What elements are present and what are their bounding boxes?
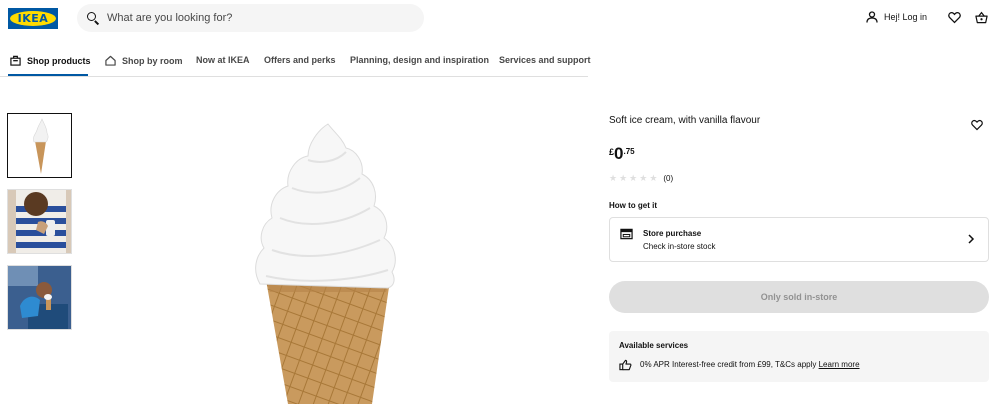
nav-services-support[interactable]: Services and support	[499, 55, 591, 65]
nav-shop-by-room[interactable]: Shop by room	[105, 55, 183, 66]
thumbnail-person-image	[8, 190, 71, 253]
nav-shop-products[interactable]: Shop products	[10, 55, 91, 66]
store-icon	[620, 228, 633, 240]
star-icon: ★	[609, 173, 618, 183]
rating-count: (0)	[663, 174, 674, 183]
star-icon: ★	[619, 173, 628, 183]
bag-icon	[10, 55, 21, 66]
favourite-heart-icon[interactable]	[971, 119, 983, 131]
login-link[interactable]: Hej! Log in	[866, 11, 927, 23]
nav-active-indicator	[8, 74, 88, 76]
thumbnail-3[interactable]	[7, 265, 72, 330]
login-label: Hej! Log in	[884, 12, 928, 22]
star-icon: ★	[639, 173, 648, 183]
product-price: £ 0 .75	[609, 145, 635, 162]
chevron-right-icon	[968, 234, 975, 244]
price-decimal: .75	[623, 147, 635, 156]
rating[interactable]: ★ ★ ★ ★ ★ (0)	[609, 173, 673, 184]
product-main-image[interactable]	[200, 100, 460, 404]
services-text: 0% APR Interest-free credit from £99, T&…	[640, 360, 860, 369]
nav-label: Now at IKEA	[196, 55, 250, 65]
home-icon	[105, 55, 116, 66]
nav-label: Offers and perks	[264, 55, 336, 65]
thumbnail-1[interactable]	[7, 113, 72, 178]
thumbnail-ice-cream-image	[33, 118, 49, 174]
thumbs-up-icon	[619, 359, 632, 371]
services-title: Available services	[619, 341, 689, 350]
how-to-get-title: How to get it	[609, 201, 657, 210]
only-sold-in-store-button[interactable]: Only sold in-store	[609, 281, 989, 313]
star-icon: ★	[649, 173, 658, 183]
thumbnail-2[interactable]	[7, 189, 72, 254]
credit-offer-text: 0% APR Interest-free credit from £99, T&…	[640, 360, 817, 369]
price-integer: 0	[614, 144, 624, 163]
nav-now-at-ikea[interactable]: Now at IKEA	[196, 55, 250, 65]
nav-planning-design[interactable]: Planning, design and inspiration	[350, 55, 489, 65]
product-title: Soft ice cream, with vanilla flavour	[609, 115, 761, 126]
learn-more-link[interactable]: Learn more	[819, 360, 860, 369]
available-services-panel: Available services 0% APR Interest-free …	[609, 331, 989, 382]
nav-label: Services and support	[499, 55, 591, 65]
store-purchase-option[interactable]: Store purchase Check in-store stock	[609, 217, 989, 262]
search-bar[interactable]	[77, 4, 424, 32]
ikea-logo[interactable]: IKEA	[8, 8, 58, 29]
main-nav: Shop products Shop by room Now at IKEA O…	[0, 44, 591, 77]
store-purchase-subtitle: Check in-store stock	[643, 242, 716, 251]
logo-text: IKEA	[17, 12, 49, 25]
nav-label: Shop products	[27, 55, 91, 66]
search-input[interactable]	[107, 12, 407, 24]
nav-label: Planning, design and inspiration	[350, 55, 490, 65]
user-icon	[866, 11, 878, 23]
logo-oval: IKEA	[10, 11, 56, 26]
basket-icon[interactable]	[975, 11, 988, 24]
nav-offers-and-perks[interactable]: Offers and perks	[264, 55, 336, 65]
nav-label: Shop by room	[122, 55, 183, 66]
store-purchase-title: Store purchase	[643, 229, 702, 238]
heart-icon[interactable]	[948, 11, 961, 24]
search-icon	[87, 12, 99, 24]
thumbnail-child-image	[8, 266, 71, 329]
star-icon: ★	[629, 173, 638, 183]
